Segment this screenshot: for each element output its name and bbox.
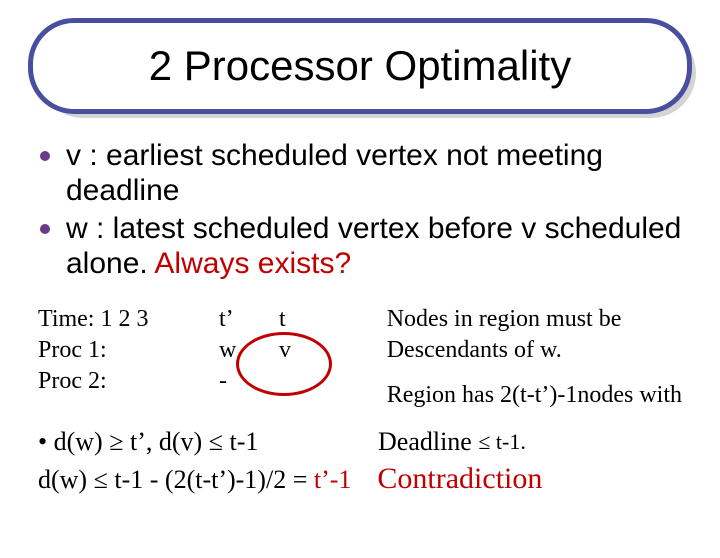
cell-v: v — [279, 335, 329, 366]
left-column: Time: 1 2 3 Proc 1: Proc 2: — [38, 304, 219, 398]
time-label: Time: 1 2 3 — [38, 304, 219, 335]
note-line-1: Nodes in region must be — [387, 304, 682, 335]
c2-red1: t’-1 — [314, 465, 352, 494]
bullet-2-emphasis: Always exists? — [154, 247, 351, 280]
bullet-1: v : earliest scheduled vertex not meetin… — [38, 138, 682, 209]
mid-column: t’ t w v - — [219, 304, 377, 398]
mid-row-3: - — [219, 366, 377, 397]
slide-title: 2 Processor Optimality — [149, 42, 571, 90]
note-line-2: Descendants of w. — [387, 335, 682, 366]
mid-row-2: w v — [219, 335, 377, 366]
title-box: 2 Processor Optimality — [28, 18, 692, 114]
lower-region: Time: 1 2 3 Proc 1: Proc 2: t’ t w v — [38, 304, 682, 499]
le-symbol-1: ≤ — [209, 427, 223, 456]
conclusion-block: • d(w) ≥ t’, d(v) ≤ t-1 Deadline ≤ t-1. … — [38, 425, 682, 499]
conclusion-row-2: d(w) ≤ t-1 - (2(t-t’)-1)/2 = t’-1 Contra… — [38, 459, 682, 499]
c1a: • d(w) — [38, 427, 109, 456]
c1c: t-1 — [223, 427, 258, 456]
deadline-a: Deadline — [378, 427, 478, 456]
c2a: d(w) — [38, 465, 94, 494]
bullet-1-text: v : earliest scheduled vertex not meetin… — [66, 139, 603, 207]
three-column-row: Time: 1 2 3 Proc 1: Proc 2: t’ t w v — [38, 304, 682, 412]
deadline-b: t-1. — [490, 429, 525, 454]
le-symbol-2: ≤ — [94, 465, 108, 494]
proc2-label: Proc 2: — [38, 366, 219, 397]
note-line-3: Region has 2(t-t’)-1nodes with — [387, 380, 682, 411]
cell-tprime: t’ — [219, 304, 279, 335]
conclusion-left: • d(w) ≥ t’, d(v) ≤ t-1 — [38, 425, 378, 459]
mid-row-1: t’ t — [219, 304, 377, 335]
cell-w: w — [219, 335, 279, 366]
cell-empty — [279, 366, 329, 397]
c1b: t’, d(v) — [123, 427, 208, 456]
cell-t: t — [279, 304, 329, 335]
slide-body: v : earliest scheduled vertex not meetin… — [0, 114, 720, 499]
proc1-label: Proc 1: — [38, 335, 219, 366]
right-column: Nodes in region must be Descendants of w… — [377, 304, 682, 412]
cell-dash: - — [219, 366, 279, 397]
le-symbol-small: ≤ — [478, 429, 490, 454]
c2b: t-1 - (2(t-t’)-1)/2 = — [108, 465, 314, 494]
title-container: 2 Processor Optimality — [28, 18, 692, 114]
bullet-2: w : latest scheduled vertex before v sch… — [38, 211, 682, 282]
ge-symbol: ≥ — [109, 427, 123, 456]
contradiction-label: Contradiction — [377, 462, 542, 495]
conclusion-row-1: • d(w) ≥ t’, d(v) ≤ t-1 Deadline ≤ t-1. — [38, 425, 682, 459]
bullet-list: v : earliest scheduled vertex not meetin… — [38, 138, 682, 282]
deadline-note: Deadline ≤ t-1. — [378, 425, 526, 459]
slide: 2 Processor Optimality v : earliest sche… — [0, 18, 720, 558]
mid-table: t’ t w v - — [219, 304, 377, 398]
spacer — [387, 366, 682, 380]
